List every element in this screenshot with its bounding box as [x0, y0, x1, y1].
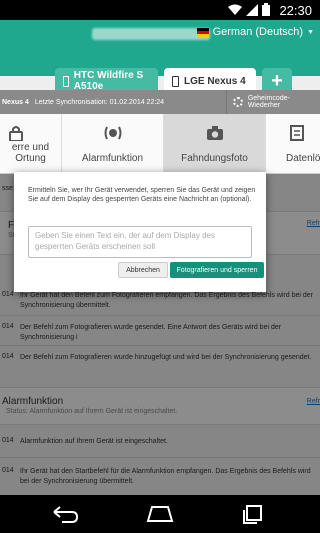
- app-header: German (Deutsch) ▼ HTC Wildfire S A510e …: [0, 20, 320, 94]
- battery-icon: [262, 3, 270, 16]
- signal-icon: [246, 3, 258, 16]
- dialog-description: Ermitteln Sie, wer Ihr Gerät verwendet, …: [28, 187, 256, 203]
- take-photo-dialog: Ermitteln Sie, wer Ihr Gerät verwendet, …: [14, 172, 266, 292]
- tab-label: HTC Wildfire S A510e: [73, 70, 144, 92]
- device-info-bar: Nexus 4 Letzte Synchronisation: 01.02.20…: [0, 90, 320, 114]
- status-clock: 22:30: [279, 3, 312, 18]
- phone-icon: [172, 75, 179, 87]
- tab-label: Alarmfunktion: [81, 153, 144, 164]
- tab-mugshot[interactable]: Fahndungsfoto: [164, 114, 266, 174]
- recent-apps-icon[interactable]: [238, 504, 268, 524]
- photo-and-lock-button[interactable]: Fotografieren und sperren: [170, 262, 264, 278]
- lock-icon: [9, 126, 23, 141]
- home-icon[interactable]: [145, 504, 175, 524]
- status-bar: 22:30: [0, 0, 320, 20]
- tab-lock-locate[interactable]: erre und Ortung: [0, 114, 62, 174]
- gear-icon: [233, 97, 243, 107]
- language-label: German (Deutsch): [212, 26, 304, 38]
- secret-code-button[interactable]: Geheimcode-Wiederher: [226, 90, 320, 114]
- tab-alarm[interactable]: Alarmfunktion: [62, 114, 164, 174]
- function-tabs: erre und Ortung Alarmfunktion Fahndungsf…: [0, 114, 320, 174]
- cancel-button[interactable]: Abbrechen: [118, 262, 168, 278]
- camera-icon: [206, 126, 223, 140]
- system-nav-bar: [0, 495, 320, 533]
- account-email-blurred: [92, 28, 210, 40]
- document-icon: [290, 125, 304, 141]
- tab-label: Fahndungsfoto: [181, 153, 248, 164]
- german-flag-icon: [196, 27, 209, 37]
- last-sync-text: Letzte Synchronisation: 01.02.2014 22:24: [34, 98, 165, 106]
- device-name: Nexus 4: [2, 98, 29, 106]
- back-icon[interactable]: [50, 504, 80, 524]
- alarm-icon: [104, 126, 121, 140]
- phone-icon: [63, 75, 69, 87]
- language-selector[interactable]: German (Deutsch) ▼: [196, 26, 314, 38]
- secret-code-label: Geheimcode-Wiederher: [247, 95, 290, 109]
- lock-message-input[interactable]: [28, 226, 252, 258]
- wifi-icon: [228, 4, 242, 15]
- tab-label: Datenlös: [286, 153, 320, 164]
- tab-label: LGE Nexus 4: [184, 75, 246, 87]
- tab-data-wipe[interactable]: Datenlös: [266, 114, 320, 174]
- dropdown-arrow-icon: ▼: [307, 28, 314, 36]
- tab-label: erre und Ortung: [11, 142, 50, 164]
